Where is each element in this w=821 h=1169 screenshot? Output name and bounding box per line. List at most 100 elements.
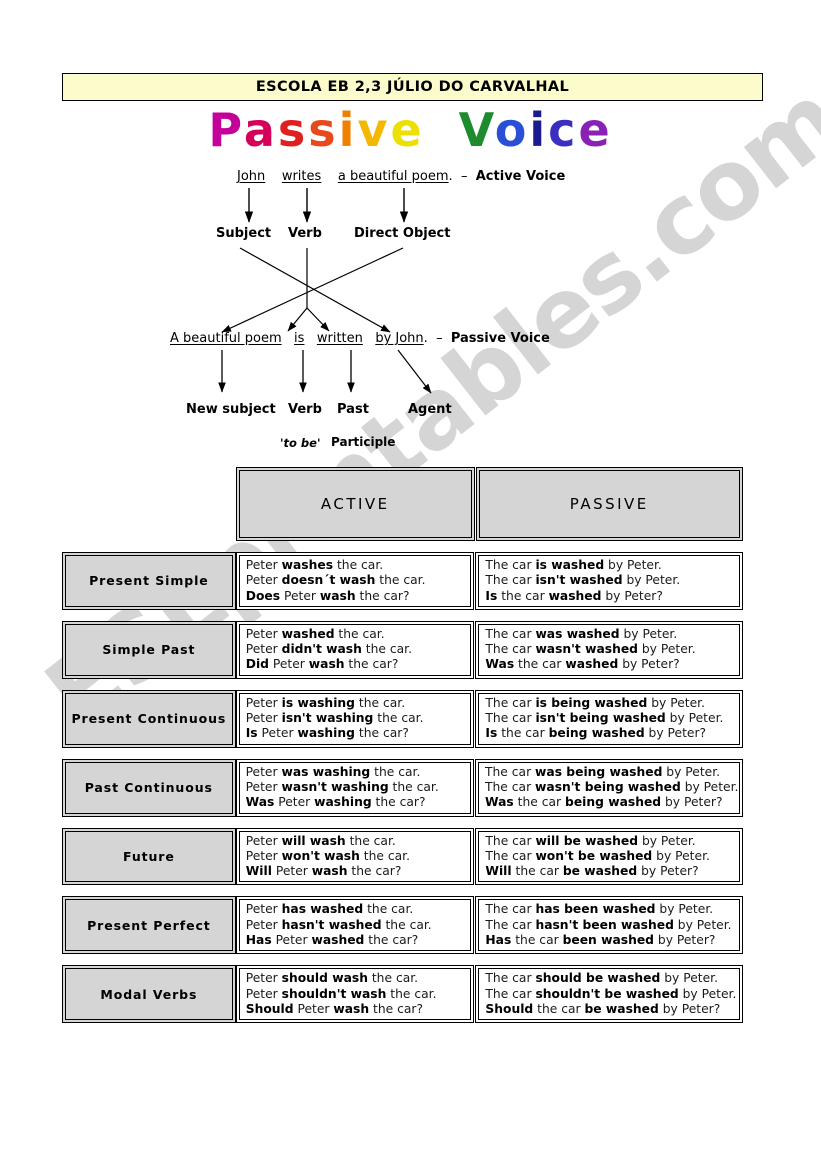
passive-participle-phrase: written <box>316 331 363 346</box>
passive-cell: The car should be washed by Peter. The ca… <box>475 965 743 1024</box>
passive-sentences: The car will be washed by Peter. The car … <box>485 834 738 880</box>
sentence-text: Peter <box>257 726 298 741</box>
sentence-text: the car? <box>371 795 426 810</box>
tense-label-cell: Present Simple <box>62 552 236 610</box>
sentence-text: Peter <box>245 764 282 779</box>
sentence-text: Peter <box>245 695 282 710</box>
sentence-line: Does Peter wash the car? <box>246 589 470 604</box>
sentence-emphasis: hasn't washed <box>281 917 382 932</box>
sentence-text: Peter <box>245 573 282 588</box>
sentence-text: the car. <box>345 833 396 848</box>
label-new-subject: New subject <box>186 402 276 417</box>
passive-voice-label: Passive Voice <box>450 331 550 346</box>
sentence-line: Peter washes the car. <box>246 558 470 573</box>
sentence-text: the car. <box>388 779 439 794</box>
sentence-line: Peter hasn't washed the car. <box>246 918 470 933</box>
tense-label-cell: Future <box>62 827 236 886</box>
sentence-text: The car <box>485 971 536 986</box>
table-row: Past Continuous Peter was washing the car… <box>62 758 743 817</box>
label-subject: Subject <box>216 226 272 241</box>
school-header-text: ESCOLA EB 2,3 JÚLIO DO CARVALHAL <box>255 79 570 95</box>
active-cell: Peter was washing the car. Peter wasn't w… <box>235 758 474 817</box>
sentence-text: Peter <box>245 626 282 641</box>
passive-sentences: The car is washed by Peter. The car isn't… <box>485 558 738 604</box>
sentence-text: by Peter. <box>680 779 739 794</box>
sentence-line: Is Peter washing the car? <box>246 726 470 741</box>
sentence-emphasis: wash <box>311 864 348 879</box>
sentence-text: Peter <box>268 657 309 672</box>
passive-cell: The car will be washed by Peter. The car … <box>475 827 743 886</box>
tense-label-cell: Present Perfect <box>62 896 236 955</box>
active-sentences: Peter washes the car. Peter doesn´t wash … <box>246 558 470 604</box>
sentence-emphasis: is washing <box>281 695 355 710</box>
sentence-text: the car <box>514 657 566 672</box>
passive-cell: The car was washed by Peter. The car wasn… <box>475 620 743 679</box>
passive-be-phrase: is <box>294 331 305 346</box>
sentence-text: Peter <box>245 711 282 726</box>
label-to-be: 'to be' <box>280 436 321 450</box>
sentence-emphasis: Should <box>485 1001 534 1016</box>
passive-cell: The car is washed by Peter. The car isn't… <box>475 552 743 610</box>
sentence-text: by Peter. <box>604 558 662 572</box>
sentence-line: Peter washed the car. <box>246 627 470 642</box>
sentence-line: Will Peter wash the car? <box>246 864 470 879</box>
sentence-text: the car <box>511 864 563 879</box>
sentence-text: Peter <box>245 558 282 572</box>
title-letter: e <box>390 103 425 157</box>
sentence-text: by Peter? <box>618 657 680 672</box>
title-letter: i <box>338 103 358 157</box>
title-letter: e <box>578 103 613 157</box>
table-row: Modal Verbs Peter should wash the car. Pet… <box>62 965 743 1024</box>
sentence-emphasis: won't wash <box>281 848 360 863</box>
sentence-text: the car. <box>367 971 419 986</box>
sentence-emphasis: Was <box>245 795 275 810</box>
sentence-emphasis: Is <box>245 726 258 741</box>
passive-cell: The car has been washed by Peter. The car… <box>475 896 743 955</box>
title-letter: o <box>494 103 530 157</box>
sentence-text: the car <box>513 795 566 810</box>
sentence-text: by Peter. <box>637 642 696 657</box>
tense-label-cell: Present Continuous <box>62 689 236 748</box>
sentence-emphasis: washes <box>281 558 334 572</box>
sentence-text: the car? <box>354 726 409 741</box>
sentence-emphasis: Will <box>245 864 272 879</box>
passive-sentences: The car was being washed by Peter. The ca… <box>485 765 738 811</box>
sentence-emphasis: was washed <box>535 626 620 641</box>
sentence-emphasis: should be washed <box>535 971 661 986</box>
sentence-text: by Peter. <box>665 711 724 726</box>
sentence-emphasis: Will <box>485 864 512 879</box>
sentence-emphasis: shouldn't be washed <box>535 986 679 1001</box>
sentence-text: Peter <box>274 795 315 810</box>
sentence-line: Should Peter wash the car? <box>246 1002 470 1017</box>
sentence-text: by Peter. <box>673 917 732 932</box>
sentence-line: Will the car be washed by Peter? <box>485 864 738 879</box>
tense-label-cell: Modal Verbs <box>62 965 236 1024</box>
sentence-line: Peter won't wash the car. <box>246 849 470 864</box>
active-sentences: Peter should wash the car. Peter shouldn'… <box>246 971 470 1017</box>
sentence-emphasis: be washed <box>562 864 638 879</box>
passive-sentences: The car was washed by Peter. The car wasn… <box>485 627 738 673</box>
sentence-emphasis: being washed <box>548 726 645 741</box>
active-cell: Peter will wash the car. Peter won't wash… <box>235 827 475 886</box>
active-sentence: John writes a beautiful poem. – Active V… <box>237 169 565 184</box>
tense-comparison-table: ACTIVE PASSIVE Present Simple Peter washe… <box>62 467 743 1024</box>
sentence-line: Was the car being washed by Peter? <box>485 795 738 810</box>
sentence-text: the car. <box>370 764 421 779</box>
sentence-emphasis: will be washed <box>535 833 639 848</box>
sentence-text: The car <box>485 779 536 794</box>
sentence-emphasis: Has <box>485 933 512 948</box>
sentence-line: Should the car be washed by Peter? <box>485 1002 738 1017</box>
sentence-line: Peter doesn´t wash the car. <box>246 573 470 588</box>
passive-cell: The car is being washed by Peter. The car… <box>475 689 743 748</box>
sentence-text: by Peter? <box>601 588 663 603</box>
sentence-text: by Peter. <box>622 573 681 588</box>
table-body: Present Simple Peter washes the car. Peter… <box>62 552 743 1024</box>
sentence-line: The car won't be washed by Peter. <box>485 849 738 864</box>
sentence-emphasis: shouldn't wash <box>281 986 387 1001</box>
sentence-emphasis: wasn't washed <box>535 642 638 657</box>
sentence-line: Has the car been washed by Peter? <box>485 933 738 948</box>
sentence-line: Peter shouldn't wash the car. <box>246 987 470 1002</box>
sentence-text: Peter <box>245 986 282 1001</box>
sentence-emphasis: Should <box>245 1001 294 1016</box>
sentence-text: by Peter? <box>661 795 723 810</box>
